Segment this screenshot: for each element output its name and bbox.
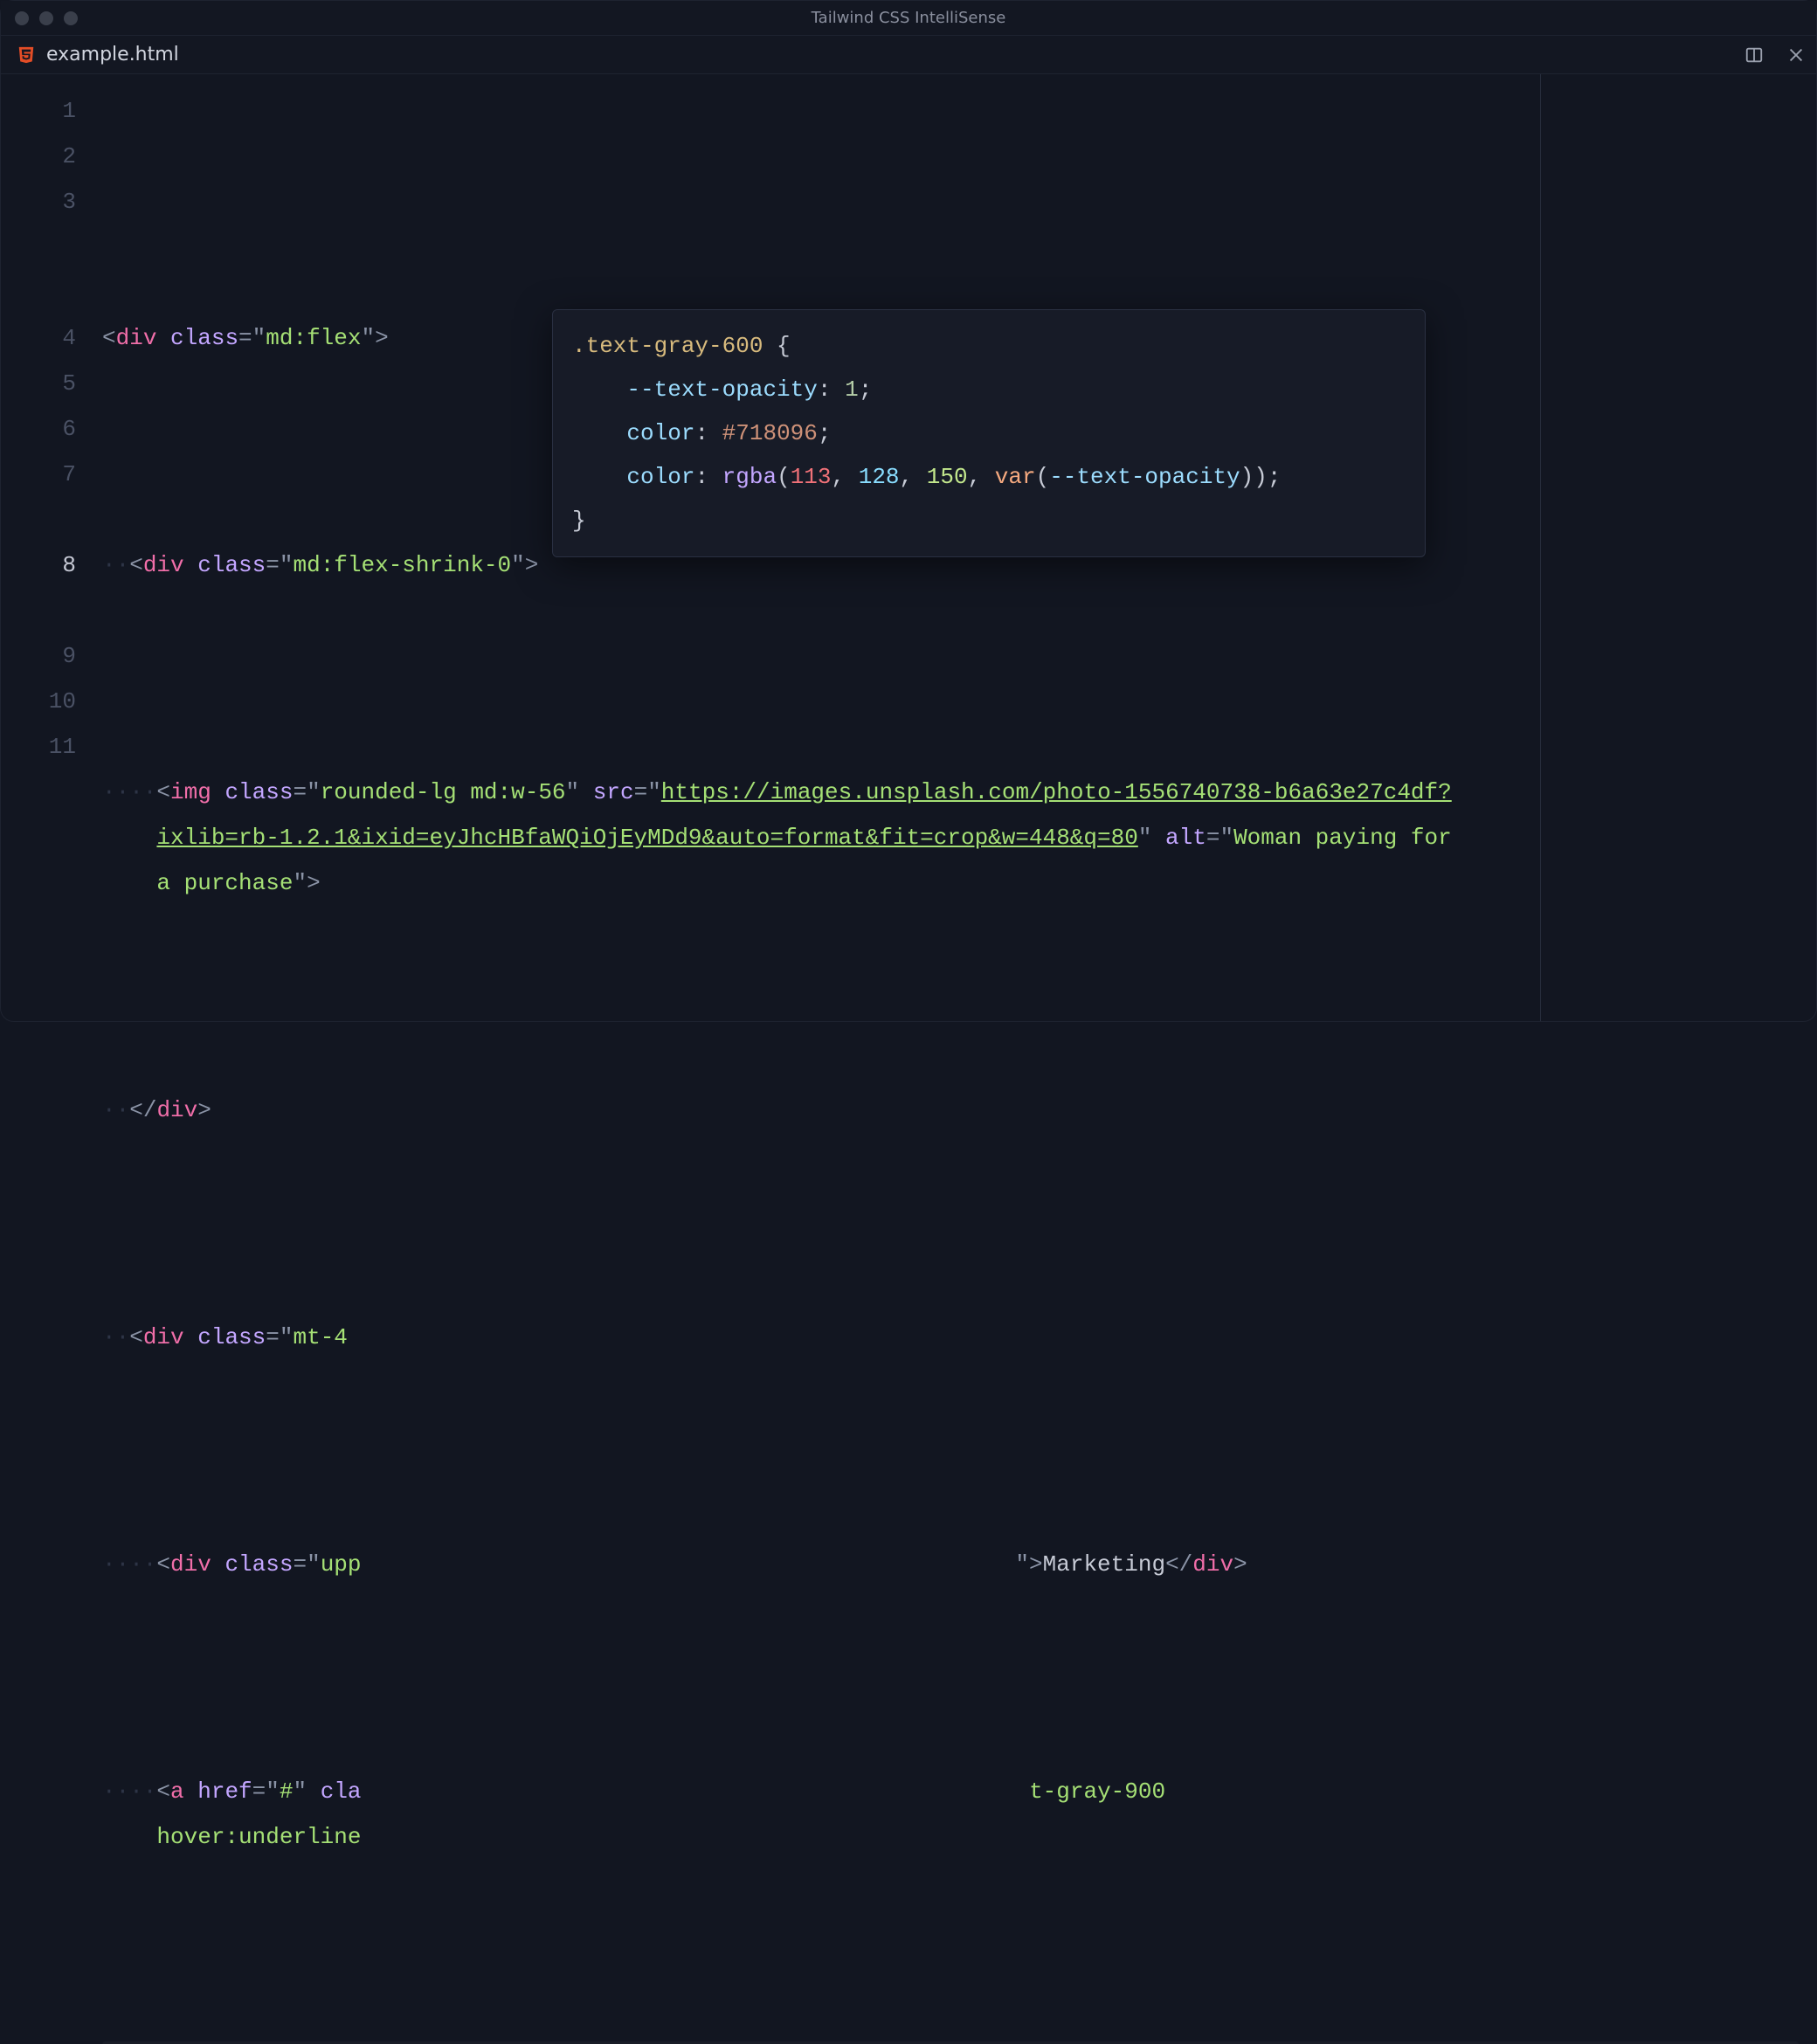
tab-example-html[interactable]: example.html xyxy=(1,36,195,73)
code-area[interactable]: <div class="md:flex"> ··<div class="md:f… xyxy=(97,74,1816,1021)
code-line[interactable]: ····<div class="uppxxxxxxxxxxxxxxxxxxxxx… xyxy=(102,1542,1799,1587)
line-number: 6 xyxy=(1,406,97,452)
gutter: 1 2 3 4 5 6 7 8 9 10 11 xyxy=(1,74,97,1021)
line-number: 3 xyxy=(1,179,97,315)
code-line[interactable]: ····<a href="#" claxxxxxxxxxxxxxxxxxxxxx… xyxy=(102,1769,1799,1860)
tab-actions xyxy=(1744,45,1806,65)
code-line[interactable]: ··<div class="mt-4 xyxy=(102,1315,1799,1360)
line-number: 2 xyxy=(1,134,97,179)
html5-file-icon xyxy=(17,45,36,65)
line-number: 7 xyxy=(1,452,97,542)
tab-filename: example.html xyxy=(46,44,179,66)
line-number: 8 xyxy=(1,542,97,633)
line-number: 10 xyxy=(1,679,97,724)
line-number: 5 xyxy=(1,361,97,406)
code-line[interactable]: ··</div> xyxy=(102,1088,1799,1133)
code-editor[interactable]: 1 2 3 4 5 6 7 8 9 10 11 <div class="md:f… xyxy=(1,74,1816,1021)
tab-bar: example.html xyxy=(1,36,1816,74)
line-number: 1 xyxy=(1,88,97,134)
line-number: 9 xyxy=(1,633,97,679)
hover-selector: .text-gray-600 xyxy=(572,333,763,359)
code-line[interactable]: ····<img class="rounded-lg md:w-56" src=… xyxy=(102,770,1799,906)
window-title: Tailwind CSS IntelliSense xyxy=(1,9,1816,27)
line-number: 11 xyxy=(1,724,97,770)
titlebar: Tailwind CSS IntelliSense xyxy=(1,1,1816,36)
split-editor-icon[interactable] xyxy=(1744,45,1764,65)
line-number: 4 xyxy=(1,315,97,361)
intellisense-hover[interactable]: .text-gray-600 { --text-opacity: 1; colo… xyxy=(552,309,1426,557)
code-line-active[interactable]: ····<p class="mt-2 text-gray-600">Gettin… xyxy=(102,2041,1799,2044)
close-tab-icon[interactable] xyxy=(1786,45,1806,65)
